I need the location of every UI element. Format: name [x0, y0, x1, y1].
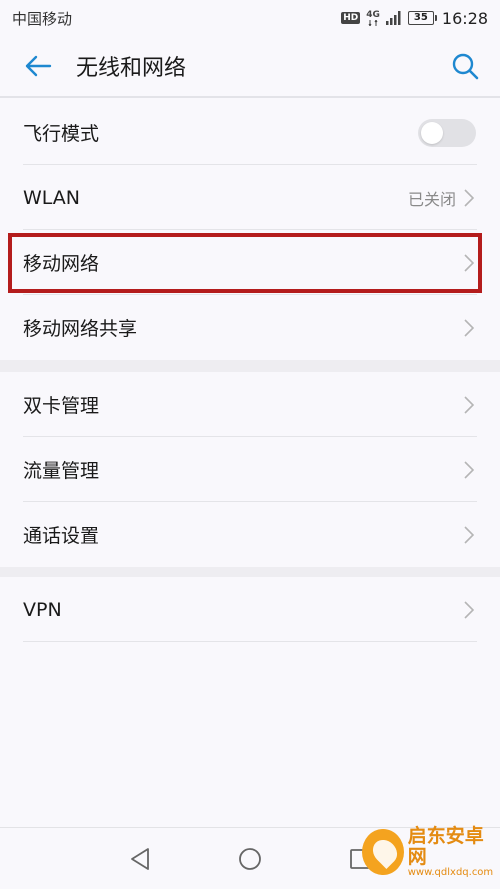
settings-screen: 中国移动 HD 4G 35 16:28 无线和网络 飞行模式 WLAN 已关闭 …: [0, 0, 500, 889]
title-bar: 无线和网络: [0, 36, 500, 98]
search-icon: [452, 53, 479, 80]
search-button[interactable]: [430, 35, 500, 97]
watermark-title: 启东安卓网: [407, 824, 484, 868]
chevron-right-icon: [464, 253, 476, 272]
row-label: VPN: [23, 598, 62, 621]
nav-home-button[interactable]: [228, 837, 272, 881]
status-icons: HD 4G 35 16:28: [341, 9, 488, 28]
settings-group-sim: 双卡管理 流量管理 通话设置: [0, 372, 500, 567]
circle-home-icon: [239, 847, 261, 870]
chevron-right-icon: [464, 525, 476, 544]
tethering-row[interactable]: 移动网络共享: [0, 295, 500, 360]
row-label: 双卡管理: [23, 395, 100, 417]
data-usage-row[interactable]: 流量管理: [0, 437, 500, 502]
chevron-right-icon: [464, 395, 476, 414]
page-title: 无线和网络: [76, 56, 187, 81]
wlan-row[interactable]: WLAN 已关闭: [0, 165, 500, 230]
hd-icon: HD: [341, 12, 361, 24]
network-type-icon: 4G: [366, 10, 380, 26]
status-bar: 中国移动 HD 4G 35 16:28: [0, 0, 500, 36]
clock: 16:28: [441, 8, 488, 28]
toggle-knob: [421, 121, 443, 144]
back-button[interactable]: [0, 35, 76, 97]
row-label: WLAN: [23, 186, 81, 209]
settings-group-vpn: VPN: [0, 577, 500, 642]
chevron-right-icon: [464, 318, 476, 337]
watermark-url: www.qdlxdq.com: [407, 867, 494, 879]
row-label: 流量管理: [23, 460, 100, 482]
dual-sim-row[interactable]: 双卡管理: [0, 372, 500, 437]
row-label: 移动网络: [23, 253, 100, 275]
arrow-left-icon: [25, 55, 52, 77]
vpn-row[interactable]: VPN: [0, 577, 500, 642]
divider: [23, 641, 477, 642]
chevron-right-icon: [464, 600, 476, 619]
row-label: 飞行模式: [23, 123, 100, 145]
chevron-right-icon: [464, 188, 476, 207]
chevron-right-icon: [464, 460, 476, 479]
signal-icon: [385, 11, 401, 25]
group-separator: [0, 360, 500, 372]
row-label: 通话设置: [23, 525, 100, 547]
wlan-status: 已关闭: [407, 189, 456, 209]
nav-back-button[interactable]: [118, 837, 162, 881]
watermark-text: 启东安卓网 www.qdlxdq.com: [407, 824, 494, 879]
call-settings-row[interactable]: 通话设置: [0, 502, 500, 567]
mobile-network-row[interactable]: 移动网络: [0, 230, 500, 295]
carrier-name: 中国移动: [12, 9, 73, 28]
watermark: 启东安卓网 www.qdlxdq.com: [362, 823, 494, 881]
settings-group-network: 飞行模式 WLAN 已关闭 移动网络 移动网络共享: [0, 100, 500, 360]
row-label: 移动网络共享: [23, 318, 138, 340]
airplane-mode-row[interactable]: 飞行模式: [0, 100, 500, 165]
watermark-logo: [362, 829, 404, 875]
triangle-back-icon: [131, 847, 149, 870]
airplane-mode-toggle[interactable]: [418, 118, 476, 147]
battery-icon: 35: [407, 11, 437, 25]
